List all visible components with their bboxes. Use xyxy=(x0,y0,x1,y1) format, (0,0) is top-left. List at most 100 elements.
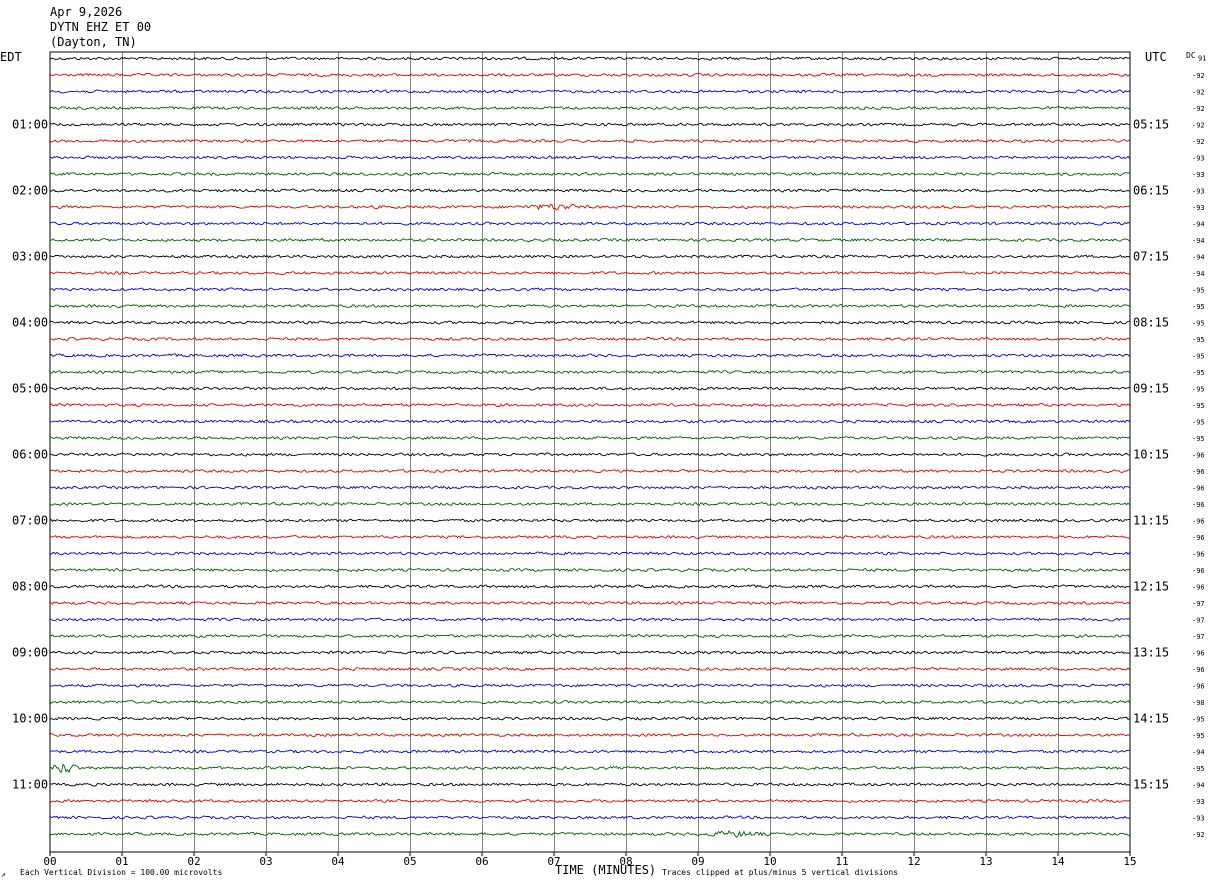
seismic-trace xyxy=(49,829,1130,838)
dc-offset-label: -96 xyxy=(1192,518,1205,526)
dc-offset-label: -96 xyxy=(1192,485,1205,493)
dc-offset-label: -94 xyxy=(1192,782,1205,790)
seismic-trace xyxy=(50,73,1130,77)
dc-offset-label: -96 xyxy=(1192,452,1205,460)
dc-offset-label: -95 xyxy=(1192,419,1205,427)
seismic-trace xyxy=(49,436,1130,441)
x-tick-label: 04 xyxy=(331,855,345,868)
scale-note: Each Vertical Division = 100.00 microvol… xyxy=(20,868,222,877)
dc-offset-label: -97 xyxy=(1192,600,1205,608)
seismic-trace xyxy=(50,303,1130,308)
seismic-trace xyxy=(49,254,1130,259)
seismic-trace xyxy=(49,105,1130,111)
utc-hour-label: 08:15 xyxy=(1133,316,1169,330)
x-tick-label: 12 xyxy=(907,855,920,868)
station-label: DYTN EHZ ET 00 xyxy=(50,20,151,34)
utc-hour-label: 07:15 xyxy=(1133,250,1169,264)
edt-hour-label: 02:00 xyxy=(12,184,48,198)
dc-offset-label: -96 xyxy=(1192,683,1205,691)
corner-mark: ↗ xyxy=(1,870,6,879)
dc-offset-label: -96 xyxy=(1192,567,1205,575)
x-tick-label: 10 xyxy=(763,855,776,868)
seismic-trace xyxy=(49,221,1130,226)
seismic-trace xyxy=(50,633,1130,639)
seismic-trace xyxy=(49,468,1130,474)
dc-offset-label: -94 xyxy=(1192,749,1205,757)
dc-offset-label: -92 xyxy=(1192,72,1205,80)
utc-hour-label: 12:15 xyxy=(1133,580,1169,594)
seismic-trace xyxy=(49,203,1130,211)
seismic-trace xyxy=(49,485,1130,490)
seismic-trace xyxy=(49,584,1130,589)
dc-offset-label: -95 xyxy=(1192,303,1205,311)
dc-offset-label: -95 xyxy=(1192,353,1205,361)
dc-offset-label: -95 xyxy=(1192,336,1205,344)
seismic-trace xyxy=(49,763,1130,774)
x-tick-label: 09 xyxy=(691,855,704,868)
seismic-trace xyxy=(49,139,1130,144)
seismic-trace xyxy=(49,419,1130,424)
seismic-trace xyxy=(49,798,1130,803)
dc-offset-label: -94 xyxy=(1192,270,1205,278)
x-tick-label: 01 xyxy=(115,855,128,868)
x-tick-label: 08 xyxy=(619,855,632,868)
edt-hour-label: 07:00 xyxy=(12,514,48,528)
dc-offset-label: -94 xyxy=(1192,221,1205,229)
seismic-trace xyxy=(49,386,1130,391)
seismic-trace xyxy=(49,535,1130,539)
utc-hour-label: 06:15 xyxy=(1133,184,1169,198)
dc-offset-label: -95 xyxy=(1192,287,1205,295)
dc-offset-label: -93 xyxy=(1192,171,1205,179)
x-tick-label: 15 xyxy=(1123,855,1136,868)
right-timezone-label: UTC xyxy=(1145,50,1167,64)
x-axis-title: TIME (MINUTES) xyxy=(555,863,656,877)
dc-offset-label: -92 xyxy=(1192,122,1205,130)
seismic-trace xyxy=(49,320,1130,325)
utc-hour-label: 11:15 xyxy=(1133,514,1169,528)
dc-offset-label: -92 xyxy=(1192,89,1205,97)
x-tick-label: 02 xyxy=(187,855,200,868)
edt-hour-label: 11:00 xyxy=(12,778,48,792)
x-tick-label: 03 xyxy=(259,855,272,868)
location-label: (Dayton, TN) xyxy=(50,35,137,49)
seismic-trace xyxy=(49,452,1130,457)
seismic-trace xyxy=(49,237,1130,242)
seismic-trace xyxy=(49,518,1130,523)
dc-offset-label: -92 xyxy=(1192,138,1205,146)
edt-hour-label: 06:00 xyxy=(12,448,48,462)
x-tick-label: 06 xyxy=(475,855,488,868)
x-tick-label: 07 xyxy=(547,855,560,868)
date-label: Apr 9,2026 xyxy=(50,5,122,19)
utc-hour-label: 10:15 xyxy=(1133,448,1169,462)
dc-offset-label: -92 xyxy=(1192,105,1205,113)
dc-label: DC xyxy=(1186,51,1196,60)
seismic-trace xyxy=(49,353,1130,358)
seismic-trace xyxy=(49,601,1130,606)
utc-hour-label: 05:15 xyxy=(1133,118,1169,132)
left-timezone-label: EDT xyxy=(0,50,22,64)
edt-hour-label: 09:00 xyxy=(12,646,48,660)
utc-hour-label: 13:15 xyxy=(1133,646,1169,660)
dc-offset-label: -93 xyxy=(1192,204,1205,212)
utc-hour-label: 14:15 xyxy=(1133,712,1169,726)
dc-offset-label: -95 xyxy=(1192,320,1205,328)
x-tick-label: 05 xyxy=(403,855,416,868)
dc-offset-label: -95 xyxy=(1192,402,1205,410)
dc-offset-label: -95 xyxy=(1192,732,1205,740)
dc-offset-label: -96 xyxy=(1192,666,1205,674)
seismic-trace xyxy=(49,155,1130,160)
seismic-trace xyxy=(49,782,1130,787)
dc-offset-label: -95 xyxy=(1192,386,1205,394)
x-tick-label: 14 xyxy=(1051,855,1065,868)
dc-offset-label: -94 xyxy=(1192,237,1205,245)
seismic-trace xyxy=(49,683,1130,688)
edt-hour-label: 01:00 xyxy=(12,118,48,132)
utc-hour-label: 09:15 xyxy=(1133,382,1169,396)
seismic-trace xyxy=(49,667,1130,672)
seismic-trace xyxy=(49,749,1130,754)
trace-layer xyxy=(49,56,1130,838)
plot-grid xyxy=(49,51,1131,853)
edt-hour-label: 04:00 xyxy=(12,316,48,330)
dc-offset-label: -97 xyxy=(1192,617,1205,625)
seismic-trace xyxy=(49,287,1130,292)
